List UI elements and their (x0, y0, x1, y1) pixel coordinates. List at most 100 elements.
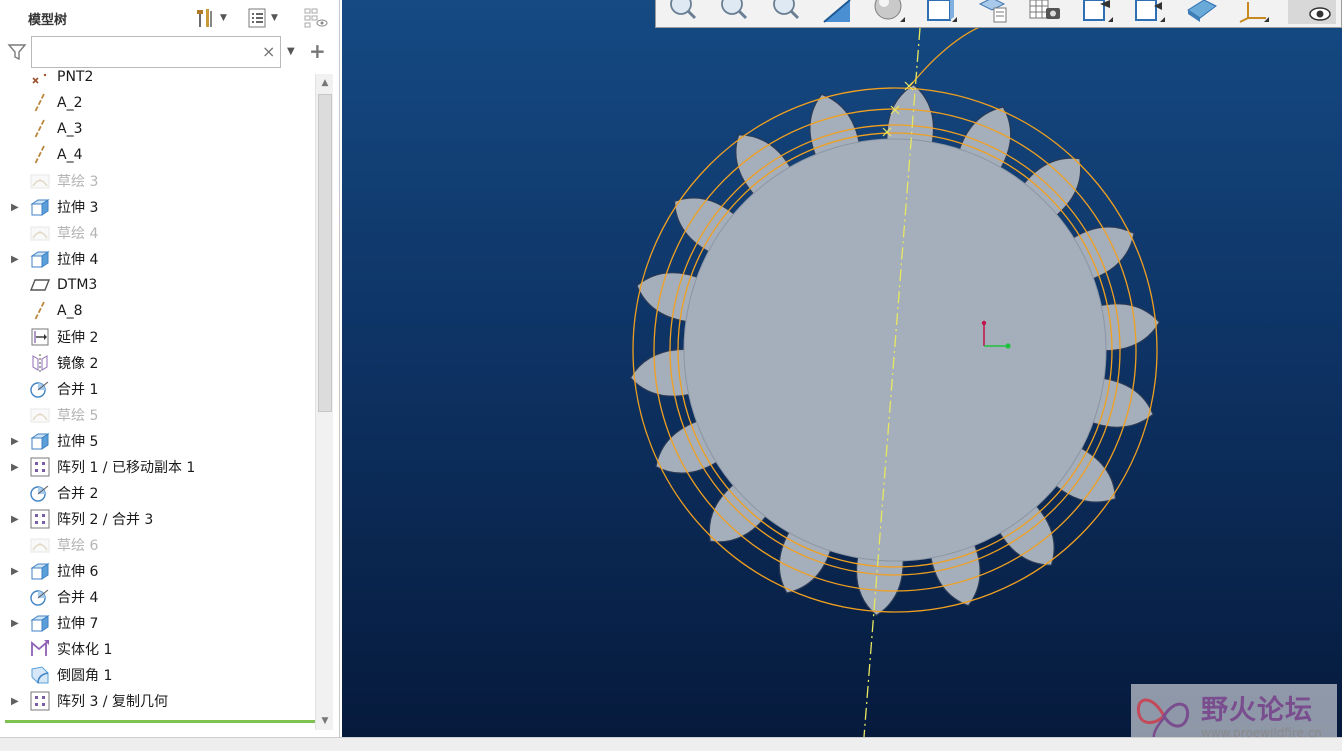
round-icon (30, 665, 50, 685)
tree-item-label: 拉伸 7 (57, 616, 99, 632)
tree-item-label: 拉伸 4 (57, 252, 99, 268)
tree-item-label: 镜像 2 (57, 356, 99, 372)
spin-center-button[interactable] (1236, 0, 1270, 24)
scroll-thumb[interactable] (318, 94, 332, 412)
merge-icon (30, 587, 50, 607)
datum-axis-icon (30, 119, 50, 139)
pattern-icon (30, 509, 50, 529)
tree-item[interactable]: ▶ 阵列 2 / 合并 3 (0, 506, 314, 532)
extrude-icon (30, 197, 50, 217)
datum-point-icon (30, 70, 50, 87)
tree-item[interactable]: 镜像 2 (0, 350, 314, 376)
scroll-down-icon[interactable]: ▼ (316, 712, 334, 730)
search-input[interactable] (31, 36, 281, 68)
perspective-view-button[interactable] (1028, 0, 1062, 24)
tree-item[interactable]: 合并 1 (0, 376, 314, 402)
tree-item-label: A_4 (57, 147, 83, 163)
tree-item[interactable]: ▶ 拉伸 5 (0, 428, 314, 454)
zoom-fit-icon (670, 0, 697, 20)
shaded-sphere-icon (874, 0, 905, 22)
tree-item[interactable]: 草绘 4 (0, 220, 314, 246)
tree-item[interactable]: 草绘 3 (0, 168, 314, 194)
close-icon[interactable]: × (262, 42, 275, 61)
expand-arrow-icon[interactable]: ▶ (11, 202, 19, 213)
graphics-viewport[interactable] (342, 0, 1342, 737)
expand-arrow-icon[interactable]: ▶ (11, 514, 19, 525)
tree-item-label: A_3 (57, 121, 83, 137)
refit-button[interactable] (664, 0, 698, 24)
section-button[interactable] (1184, 0, 1218, 24)
section-box-icon (1187, 0, 1217, 22)
repaint-button[interactable] (820, 0, 854, 24)
tree-item-label: 阵列 3 / 复制几何 (57, 694, 168, 710)
tree-item-label: DTM3 (57, 277, 98, 293)
datum-display-button[interactable] (1080, 0, 1114, 24)
tree-item-label: 阵列 1 / 已移动副本 1 (57, 460, 196, 476)
tree-item[interactable]: ▶ 拉伸 4 (0, 246, 314, 272)
settings-tools-button[interactable]: ▼ (194, 6, 227, 30)
tree-item-label: 草绘 4 (57, 226, 99, 242)
add-icon[interactable]: + (309, 39, 326, 63)
zoom-in-button[interactable] (716, 0, 750, 24)
datum-axis-icon (30, 301, 50, 321)
panel-divider (5, 720, 315, 723)
tree-item[interactable]: 延伸 2 (0, 324, 314, 350)
extrude-icon (30, 249, 50, 269)
tree-item[interactable]: 合并 4 (0, 584, 314, 610)
tree-item-label: A_8 (57, 303, 83, 319)
tree-item[interactable]: ▶ 拉伸 7 (0, 610, 314, 636)
zoom-out-icon (773, 0, 800, 20)
eye-icon (1309, 7, 1331, 21)
model-tree-header: 模型树 ▼ ▼ (0, 0, 340, 36)
view-manager-button[interactable] (976, 0, 1010, 24)
tree-item[interactable]: 倒圆角 1 (0, 662, 314, 688)
tree-item[interactable]: ▶ 阵列 1 / 已移动副本 1 (0, 454, 314, 480)
tree-scrollbar[interactable]: ▲ ▼ (315, 74, 333, 730)
panel-title: 模型树 (28, 13, 68, 28)
tree-item-label: 拉伸 3 (57, 200, 99, 216)
tree-item[interactable]: 合并 2 (0, 480, 314, 506)
chevron-down-icon: ▼ (271, 13, 278, 23)
tree-item-label: 草绘 3 (57, 174, 99, 190)
saved-orientations-button[interactable] (924, 0, 958, 24)
tree-item[interactable]: 草绘 5 (0, 402, 314, 428)
zoom-out-button[interactable] (768, 0, 802, 24)
tree-display-icon (304, 8, 328, 28)
gear-body (683, 138, 1107, 562)
mirror-icon (30, 353, 50, 373)
annotation-display-button[interactable] (1132, 0, 1166, 24)
expand-arrow-icon[interactable]: ▶ (11, 618, 19, 629)
tree-filter-button[interactable] (303, 6, 329, 30)
scroll-up-icon[interactable]: ▲ (316, 74, 334, 92)
tree-item[interactable]: PNT2 (0, 70, 314, 90)
extrude-icon (30, 613, 50, 633)
tree-item-label: 实体化 1 (57, 642, 113, 658)
tree-item[interactable]: A_3 (0, 116, 314, 142)
expand-arrow-icon[interactable]: ▶ (11, 462, 19, 473)
display-style-button[interactable] (872, 0, 906, 24)
tree-item-label: PNT2 (57, 70, 94, 85)
tree-item[interactable]: 草绘 6 (0, 532, 314, 558)
visibility-button[interactable] (1288, 0, 1336, 24)
chevron-down-icon[interactable]: ▼ (287, 46, 295, 57)
tree-item[interactable]: DTM3 (0, 272, 314, 298)
expand-arrow-icon[interactable]: ▶ (11, 696, 19, 707)
tree-item[interactable]: A_4 (0, 142, 314, 168)
datum-plane-display-icon (1083, 0, 1113, 22)
tree-item[interactable]: A_2 (0, 90, 314, 116)
tree-item[interactable]: 实体化 1 (0, 636, 314, 662)
sketch-icon (30, 171, 50, 191)
expand-arrow-icon[interactable]: ▶ (11, 436, 19, 447)
involute-curve (909, 21, 993, 87)
expand-arrow-icon[interactable]: ▶ (11, 254, 19, 265)
tree-item[interactable]: ▶ 拉伸 3 (0, 194, 314, 220)
show-options-button[interactable]: ▼ (247, 6, 278, 30)
datum-axis-icon (30, 93, 50, 113)
expand-arrow-icon[interactable]: ▶ (11, 566, 19, 577)
tree-item[interactable]: A_8 (0, 298, 314, 324)
coordinate-axes-icon (1239, 2, 1269, 23)
gear-model[interactable] (342, 0, 1342, 737)
tree-item[interactable]: ▶ 拉伸 6 (0, 558, 314, 584)
tree-item[interactable]: ▶ 阵列 3 / 复制几何 (0, 688, 314, 714)
filter-icon[interactable] (7, 42, 27, 62)
